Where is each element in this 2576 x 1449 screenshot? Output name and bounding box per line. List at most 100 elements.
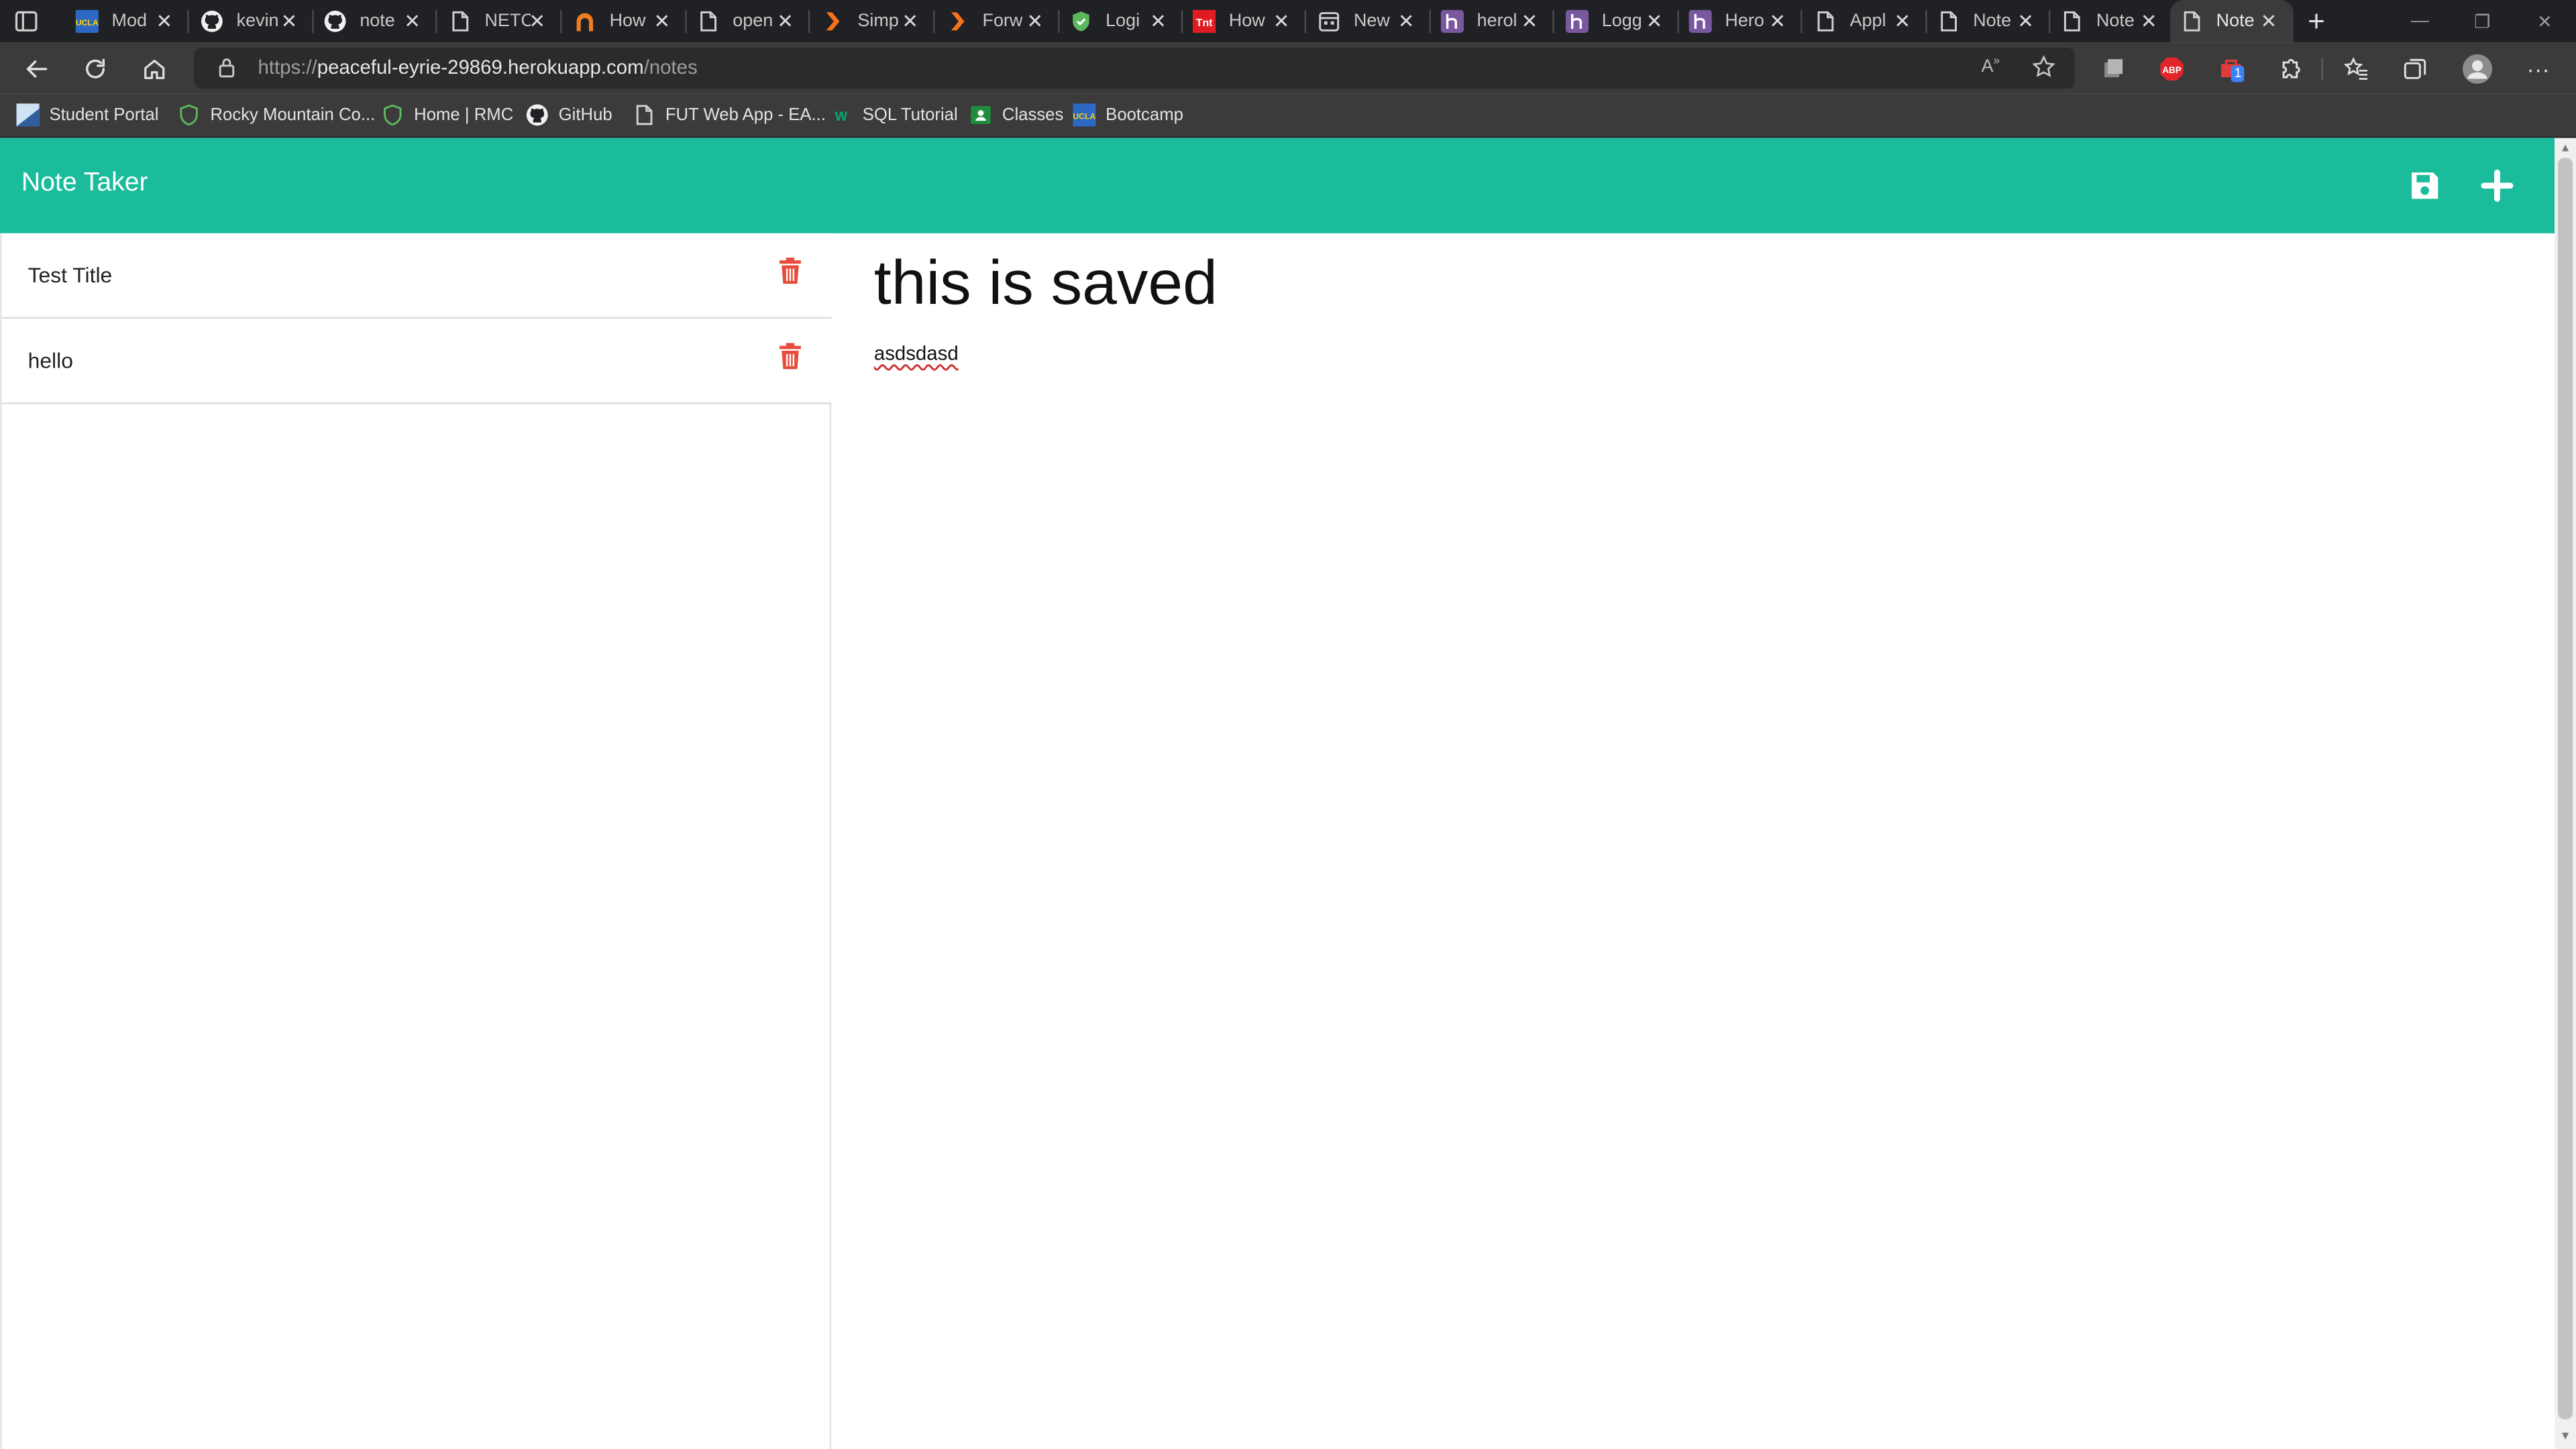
back-arrow-icon[interactable] <box>19 52 52 85</box>
tab-close-icon[interactable]: ✕ <box>2261 10 2277 33</box>
note-list-title[interactable]: hello <box>28 348 73 373</box>
page-icon <box>696 10 719 33</box>
tab-separator <box>560 9 562 33</box>
bookmark-label: GitHub <box>558 105 612 125</box>
tab-close-icon[interactable]: ✕ <box>281 10 298 33</box>
tab-close-icon[interactable]: ✕ <box>529 10 545 33</box>
url-text[interactable]: https://peaceful-eyrie-29869.herokuapp.c… <box>258 56 697 78</box>
shield-outline-icon <box>177 103 200 126</box>
heroku-icon <box>1688 9 1712 33</box>
browser-tab[interactable]: Simp ✕ <box>812 0 935 43</box>
tab-close-icon[interactable]: ✕ <box>404 10 421 33</box>
tab-close-icon[interactable]: ✕ <box>156 10 173 33</box>
browser-tab[interactable]: Note ✕ <box>2050 0 2174 43</box>
svg-text:ABP: ABP <box>2162 65 2181 75</box>
favorites-icon[interactable] <box>2339 52 2372 85</box>
close-window-button[interactable]: ✕ <box>2514 0 2576 43</box>
note-title-input[interactable]: this is saved <box>874 250 1218 320</box>
note-list-item[interactable]: hello <box>1 319 832 405</box>
browser-tab[interactable]: Hero ✕ <box>1679 0 1803 43</box>
browser-tab[interactable]: UCLA Mod ✕ <box>66 0 189 43</box>
scrollbar-thumb[interactable] <box>2558 158 2573 1419</box>
bookmark-item[interactable]: W SQL Tutorial <box>830 102 958 128</box>
bookmark-item[interactable]: Rocky Mountain Co... <box>177 102 375 128</box>
extensions-puzzle-icon[interactable] <box>2273 52 2306 85</box>
tab-title: Hero <box>1725 11 1764 32</box>
page-icon <box>2180 10 2203 33</box>
home-icon[interactable] <box>138 52 171 85</box>
tab-title: How <box>1228 11 1265 32</box>
browser-tab[interactable]: herol ✕ <box>1431 0 1554 43</box>
new-tab-button[interactable]: + <box>2300 5 2333 38</box>
split-screen-icon[interactable] <box>2096 52 2129 85</box>
trash-icon[interactable] <box>777 341 806 374</box>
reload-icon[interactable] <box>79 52 112 85</box>
shield-green-icon <box>1069 10 1092 33</box>
favorite-star-icon[interactable] <box>2031 54 2057 89</box>
tab-close-icon[interactable]: ✕ <box>1398 10 1415 33</box>
browser-tab[interactable]: Logg ✕ <box>1556 0 1679 43</box>
tab-actions-icon[interactable] <box>13 8 50 34</box>
scroll-up-arrow[interactable]: ▲ <box>2558 142 2573 156</box>
browser-tab[interactable]: Note ✕ <box>1927 0 2051 43</box>
bookmark-item[interactable]: UCLA Bootcamp <box>1073 102 1183 128</box>
browser-tab[interactable]: NETC ✕ <box>439 0 562 43</box>
adblock-icon[interactable]: ABP <box>2155 52 2188 85</box>
classroom-icon <box>969 103 992 126</box>
tab-close-icon[interactable]: ✕ <box>777 10 794 33</box>
bookmark-item[interactable]: Home | RMC <box>381 102 513 128</box>
svg-text:Tnt: Tnt <box>1196 17 1213 29</box>
tab-separator <box>435 9 437 33</box>
profile-avatar[interactable] <box>2459 51 2496 87</box>
tab-close-icon[interactable]: ✕ <box>1026 10 1043 33</box>
collections-icon[interactable] <box>2399 52 2432 85</box>
browser-tab[interactable]: Note ✕ <box>2170 0 2294 43</box>
browser-tab[interactable]: Tnt How ✕ <box>1183 0 1306 43</box>
extension-badge-icon[interactable]: 1 <box>2214 52 2247 85</box>
browser-tab[interactable]: open ✕ <box>687 0 810 43</box>
read-aloud-icon[interactable]: A» <box>1981 56 2000 76</box>
address-bar[interactable]: https://peaceful-eyrie-29869.herokuapp.c… <box>193 48 2076 89</box>
bookmarks-bar: Student Portal Rocky Mountain Co... Home |… <box>0 93 2576 138</box>
bookmark-item[interactable]: Student Portal <box>16 102 158 128</box>
note-text-area[interactable]: asdsdasd <box>874 341 959 364</box>
bookmark-item[interactable]: Classes <box>969 102 1063 128</box>
note-list-title[interactable]: Test Title <box>28 263 113 288</box>
bookmark-item[interactable]: FUT Web App - EA... <box>633 102 826 128</box>
browser-tab[interactable]: Appl ✕ <box>1804 0 1927 43</box>
bookmark-label: Bootcamp <box>1106 105 1183 125</box>
restore-button[interactable]: ❐ <box>2451 0 2514 43</box>
tab-title: NETC <box>484 11 531 32</box>
tab-close-icon[interactable]: ✕ <box>654 10 671 33</box>
browser-tab[interactable]: note ✕ <box>314 0 437 43</box>
scroll-down-arrow[interactable]: ▼ <box>2558 1430 2573 1444</box>
minimize-button[interactable]: — <box>2389 0 2451 43</box>
save-note-icon[interactable] <box>2405 166 2445 205</box>
more-menu-icon[interactable]: ··· <box>2522 52 2555 85</box>
browser-tab[interactable]: New ✕ <box>1307 0 1432 43</box>
tab-close-icon[interactable]: ✕ <box>2141 10 2157 33</box>
page-icon <box>2060 10 2083 33</box>
lock-icon[interactable] <box>217 56 236 87</box>
url-scheme: https:// <box>258 56 317 79</box>
browser-tab[interactable]: Forw ✕ <box>936 0 1060 43</box>
browser-tab[interactable]: How ✕ <box>564 0 687 43</box>
page-icon <box>633 103 655 126</box>
tab-close-icon[interactable]: ✕ <box>902 10 918 33</box>
browser-tab[interactable]: kevin ✕ <box>191 0 314 43</box>
tab-separator <box>1304 9 1306 33</box>
note-list-item[interactable]: Test Title <box>1 233 832 319</box>
tab-close-icon[interactable]: ✕ <box>1769 10 1786 33</box>
tab-close-icon[interactable]: ✕ <box>1894 10 1911 33</box>
tab-close-icon[interactable]: ✕ <box>1150 10 1167 33</box>
new-note-icon[interactable] <box>2477 166 2517 205</box>
tab-close-icon[interactable]: ✕ <box>1273 10 1290 33</box>
app-brand[interactable]: Note Taker <box>21 169 148 199</box>
tab-close-icon[interactable]: ✕ <box>1521 10 1538 33</box>
browser-tab[interactable]: Logi ✕ <box>1060 0 1183 43</box>
bookmark-item[interactable]: GitHub <box>526 102 612 128</box>
tab-close-icon[interactable]: ✕ <box>1646 10 1663 33</box>
trash-icon[interactable] <box>777 256 806 289</box>
tab-close-icon[interactable]: ✕ <box>2017 10 2034 33</box>
tab-separator <box>1552 9 1554 33</box>
